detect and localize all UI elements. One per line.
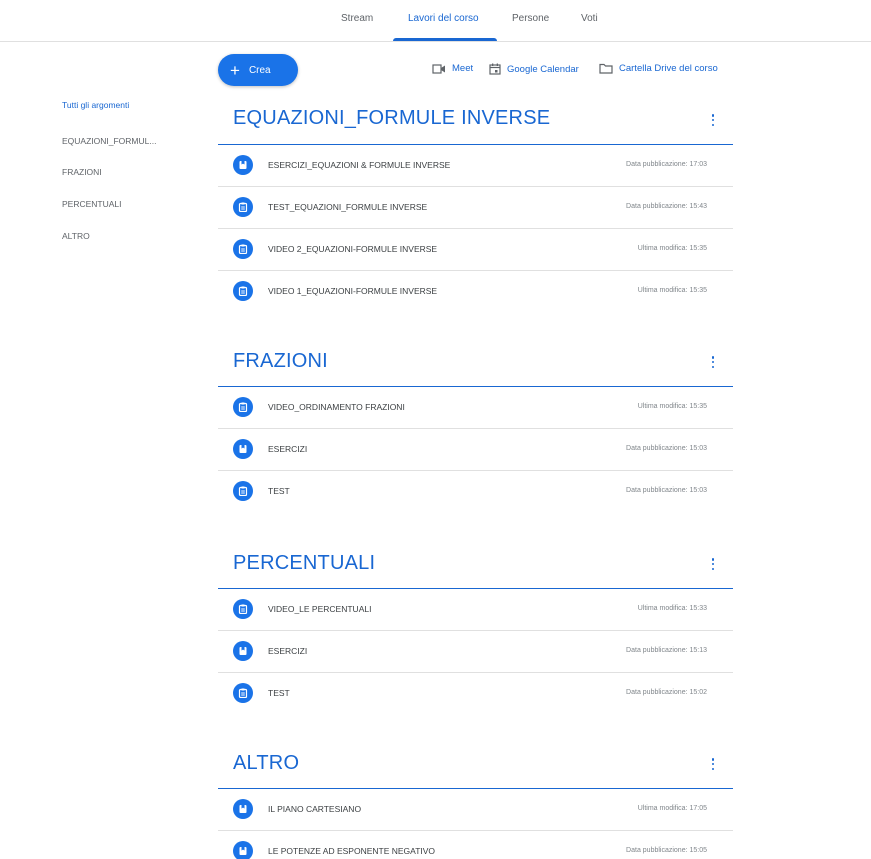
list-item-date: Data pubblicazione: 15:03 [626,445,707,452]
list-item-date: Ultima modifica: 15:35 [637,245,707,252]
topic-title: EQUAZIONI_FORMULE INVERSE [233,107,551,129]
material-icon [233,481,253,501]
list-item[interactable]: LE POTENZE AD ESPONENTE NEGATIVO Data pu… [218,831,733,859]
list-item-title: LE POTENZE AD ESPONENTE NEGATIVO [268,846,436,856]
assignment-icon [233,641,253,661]
quiz-assignment-icon [233,197,253,217]
plus-icon: + [230,60,240,80]
list-item-date: Data pubblicazione: 15:43 [626,203,707,210]
list-item-title: ESERCIZI [268,444,308,454]
meet-link[interactable]: Meet [432,63,473,74]
material-icon [233,281,253,301]
list-item[interactable]: VIDEO_ORDINAMENTO FRAZIONI Ultima modifi… [218,387,733,429]
list-item-title: VIDEO_LE PERCENTUALI [268,604,372,614]
google-calendar-link[interactable]: Google Calendar [489,63,579,75]
sidebar-item-equazioni[interactable]: EQUAZIONI_FORMUL... [62,136,156,146]
list-item-date: Ultima modifica: 15:35 [637,287,707,294]
video-camera-icon [432,63,445,74]
create-button[interactable]: + Crea [218,54,298,86]
material-icon [233,239,253,259]
list-item[interactable]: IL PIANO CARTESIANO Ultima modifica: 17:… [218,789,733,831]
list-item-date: Data pubblicazione: 17:03 [626,161,707,168]
list-item[interactable]: VIDEO_LE PERCENTUALI Ultima modifica: 15… [218,589,733,631]
list-item[interactable]: ESERCIZI Data pubblicazione: 15:03 [218,429,733,471]
list-item-date: Data pubblicazione: 15:13 [626,647,707,654]
assignment-icon [233,155,253,175]
sidebar-item-all-topics[interactable]: Tutti gli argomenti [62,100,129,110]
list-item-title: TEST [268,486,290,496]
tab-classwork[interactable]: Lavori del corso [408,13,479,24]
list-item[interactable]: VIDEO 2_EQUAZIONI-FORMULE INVERSE Ultima… [218,229,733,271]
more-vert-icon[interactable] [708,355,718,369]
material-icon [233,397,253,417]
tab-people[interactable]: Persone [512,13,549,24]
material-icon [233,683,253,703]
list-item[interactable]: TEST Data pubblicazione: 15:03 [218,471,733,513]
list-item-title: ESERCIZI_EQUAZIONI & FORMULE INVERSE [268,160,451,170]
material-icon [233,599,253,619]
list-item-title: ESERCIZI [268,646,308,656]
assignment-icon [233,799,253,819]
tab-stream[interactable]: Stream [341,13,373,24]
sidebar-item-altro[interactable]: ALTRO [62,231,90,241]
more-vert-icon[interactable] [708,757,718,771]
drive-folder-link[interactable]: Cartella Drive del corso [599,63,718,74]
list-item-date: Data pubblicazione: 15:02 [626,689,707,696]
calendar-icon [489,63,501,75]
topic-title: FRAZIONI [233,350,328,372]
google-calendar-label: Google Calendar [507,63,579,75]
list-item[interactable]: TEST_EQUAZIONI_FORMULE INVERSE Data pubb… [218,187,733,229]
list-item-title: IL PIANO CARTESIANO [268,804,362,814]
top-navigation: Stream Lavori del corso Persone Voti [0,0,871,42]
more-vert-icon[interactable] [708,557,718,571]
list-item-title: VIDEO_ORDINAMENTO FRAZIONI [268,402,405,412]
more-vert-icon[interactable] [708,113,718,127]
list-item-date: Data pubblicazione: 15:05 [626,847,707,854]
assignment-icon [233,439,253,459]
list-item-title: VIDEO 1_EQUAZIONI-FORMULE INVERSE [268,286,438,296]
folder-icon [599,63,613,74]
list-item[interactable]: ESERCIZI_EQUAZIONI & FORMULE INVERSE Dat… [218,145,733,187]
list-item-title: TEST [268,688,290,698]
list-item-date: Ultima modifica: 17:05 [637,805,707,812]
sidebar-item-frazioni[interactable]: FRAZIONI [62,167,102,177]
sidebar-item-percentuali[interactable]: PERCENTUALI [62,199,122,209]
list-item-title: VIDEO 2_EQUAZIONI-FORMULE INVERSE [268,244,438,254]
meet-label: Meet [452,63,474,74]
topic-title: ALTRO [233,752,300,774]
list-item-date: Data pubblicazione: 15:03 [626,487,707,494]
list-item-title: TEST_EQUAZIONI_FORMULE INVERSE [268,202,428,212]
list-item[interactable]: TEST Data pubblicazione: 15:02 [218,673,733,715]
list-item[interactable]: VIDEO 1_EQUAZIONI-FORMULE INVERSE Ultima… [218,271,733,313]
list-item-date: Ultima modifica: 15:33 [637,605,707,612]
assignment-icon [233,841,253,859]
create-button-label: Crea [248,64,271,76]
tab-grades[interactable]: Voti [581,13,598,24]
drive-folder-label: Cartella Drive del corso [619,63,718,74]
active-tab-indicator [393,38,497,41]
topic-title: PERCENTUALI [233,552,376,574]
list-item[interactable]: ESERCIZI Data pubblicazione: 15:13 [218,631,733,673]
list-item-date: Ultima modifica: 15:35 [637,403,707,410]
